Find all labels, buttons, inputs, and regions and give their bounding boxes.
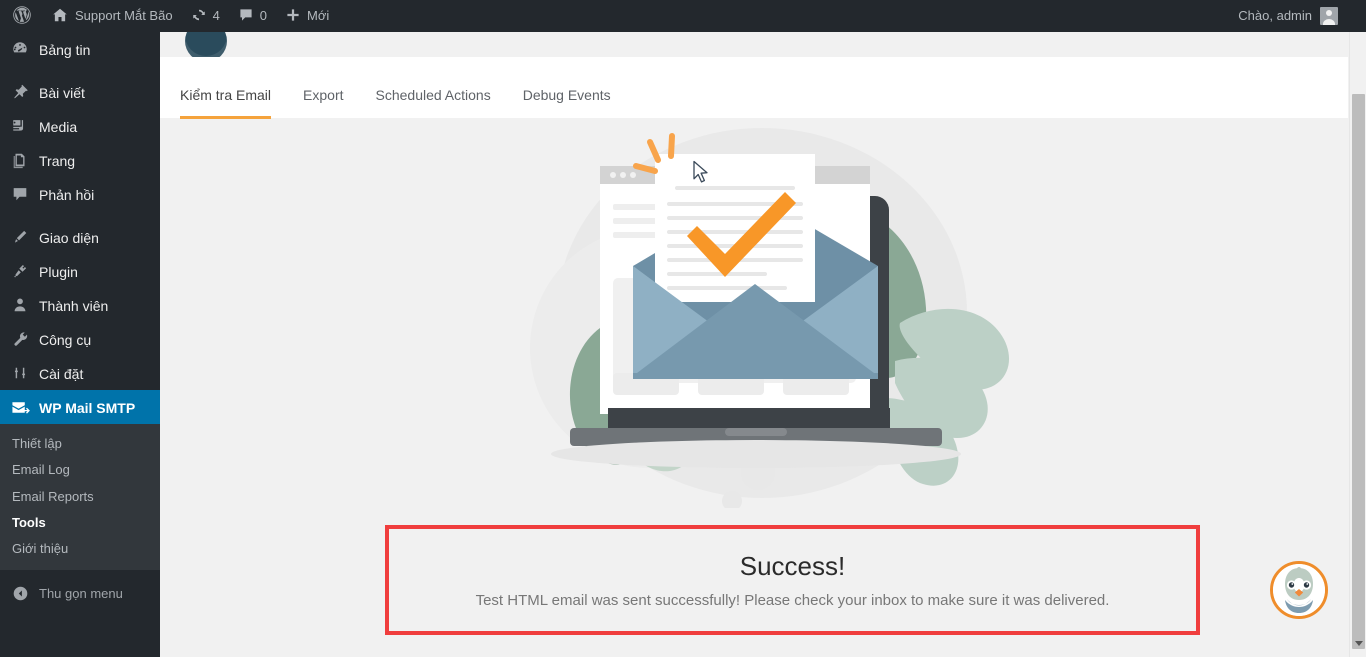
vertical-scrollbar[interactable] <box>1349 13 1366 657</box>
submenu-item-email-log[interactable]: Email Log <box>0 457 160 483</box>
plugin-icon <box>10 261 30 281</box>
illustration-stage <box>160 118 1348 518</box>
media-icon <box>10 116 30 136</box>
tab-bar: Kiểm tra Email Export Scheduled Actions … <box>160 57 1348 119</box>
collapse-arrow-icon <box>10 583 30 603</box>
sidebar-item-dashboard[interactable]: Bảng tin <box>0 32 160 66</box>
sidebar-label: Bài viết <box>39 84 85 101</box>
updates-menu[interactable]: 4 <box>182 0 229 32</box>
sidebar-label: Plugin <box>39 263 78 280</box>
comment-bubble-icon <box>238 7 254 26</box>
site-name-menu[interactable]: Support Mắt Bão <box>42 0 182 32</box>
chevron-down-icon <box>1354 641 1363 646</box>
scroll-down-button[interactable] <box>1350 635 1366 652</box>
sidebar-label: Media <box>39 118 78 135</box>
sidebar-item-tools[interactable]: Công cụ <box>0 322 160 356</box>
appearance-icon <box>10 227 30 247</box>
pin-icon <box>10 82 30 102</box>
admin-bar: Support Mắt Bão 4 0 Mới Chào, admin <box>0 0 1366 32</box>
comment-icon <box>10 184 30 204</box>
new-content-menu[interactable]: Mới <box>276 0 338 32</box>
sidebar-item-pages[interactable]: Trang <box>0 143 160 177</box>
account-menu[interactable]: Chào, admin <box>1238 0 1366 32</box>
sidebar-label: Thành viên <box>39 297 109 314</box>
tab-email-test[interactable]: Kiểm tra Email <box>180 88 272 119</box>
dashboard-icon <box>10 39 30 59</box>
sidebar-label: Cài đặt <box>39 365 84 382</box>
collapse-menu-button[interactable]: Thu gọn menu <box>0 576 160 610</box>
comments-count: 0 <box>259 8 268 23</box>
settings-icon <box>10 363 30 383</box>
mail-send-icon <box>10 397 30 417</box>
sidebar-item-settings[interactable]: Cài đặt <box>0 356 160 390</box>
sidebar-label: Bảng tin <box>39 41 91 58</box>
updates-count: 4 <box>212 8 220 23</box>
sidebar-item-users[interactable]: Thành viên <box>0 288 160 322</box>
menu-separator <box>0 66 160 75</box>
sidebar-item-wp-mail-smtp[interactable]: WP Mail SMTP <box>0 390 168 424</box>
sidebar-label: Giao diện <box>39 229 99 246</box>
email-sent-success-illustration <box>530 128 1010 508</box>
tab-scheduled-actions[interactable]: Scheduled Actions <box>376 88 491 118</box>
menu-separator <box>0 211 160 220</box>
users-icon <box>10 295 30 315</box>
submenu-item-about[interactable]: Giới thiệu <box>0 536 160 562</box>
content-area: Kiểm tra Email Export Scheduled Actions … <box>160 32 1366 657</box>
home-icon <box>51 6 69 27</box>
notice-message: Test HTML email was sent successfully! P… <box>475 592 1110 609</box>
collapse-menu-label: Thu gọn menu <box>39 585 123 601</box>
new-content-label: Mới <box>307 8 330 23</box>
update-icon <box>191 7 207 26</box>
submenu-item-tools[interactable]: Tools <box>0 510 160 536</box>
submenu-item-email-reports[interactable]: Email Reports <box>0 484 160 510</box>
sidebar-label: Trang <box>39 152 76 169</box>
sidebar-label: Phản hồi <box>39 186 95 203</box>
support-chat-bubble[interactable] <box>1270 561 1328 619</box>
submenu-item-settings[interactable]: Thiết lập <box>0 431 160 457</box>
avatar <box>1320 7 1338 25</box>
wordpress-logo-menu[interactable] <box>0 0 42 32</box>
sidebar-item-media[interactable]: Media <box>0 109 160 143</box>
bird-avatar-icon <box>1273 564 1325 616</box>
wordpress-logo-icon <box>12 5 32 28</box>
notice-title: Success! <box>739 551 846 581</box>
tab-debug-events[interactable]: Debug Events <box>523 88 611 118</box>
tools-icon <box>10 329 30 349</box>
tab-export[interactable]: Export <box>303 88 343 118</box>
sidebar-item-plugins[interactable]: Plugin <box>0 254 160 288</box>
sidebar-item-comments[interactable]: Phản hồi <box>0 177 160 211</box>
site-name-label: Support Mắt Bão <box>75 8 173 23</box>
pages-icon <box>10 150 30 170</box>
sidebar-item-appearance[interactable]: Giao diện <box>0 220 160 254</box>
wp-mail-smtp-submenu: Thiết lập Email Log Email Reports Tools … <box>0 424 160 571</box>
sidebar-label: Công cụ <box>39 331 92 348</box>
sidebar-item-posts[interactable]: Bài viết <box>0 75 160 109</box>
plus-icon <box>285 7 301 26</box>
admin-sidebar: Bảng tin Bài viết Media Trang Phản hồi G… <box>0 32 168 657</box>
sidebar-label: WP Mail SMTP <box>39 399 136 416</box>
scrollbar-thumb[interactable] <box>1352 94 1365 649</box>
comments-menu[interactable]: 0 <box>229 0 276 32</box>
success-notice: Success! Test HTML email was sent succes… <box>385 525 1200 635</box>
greeting-label: Chào, admin <box>1238 8 1312 23</box>
